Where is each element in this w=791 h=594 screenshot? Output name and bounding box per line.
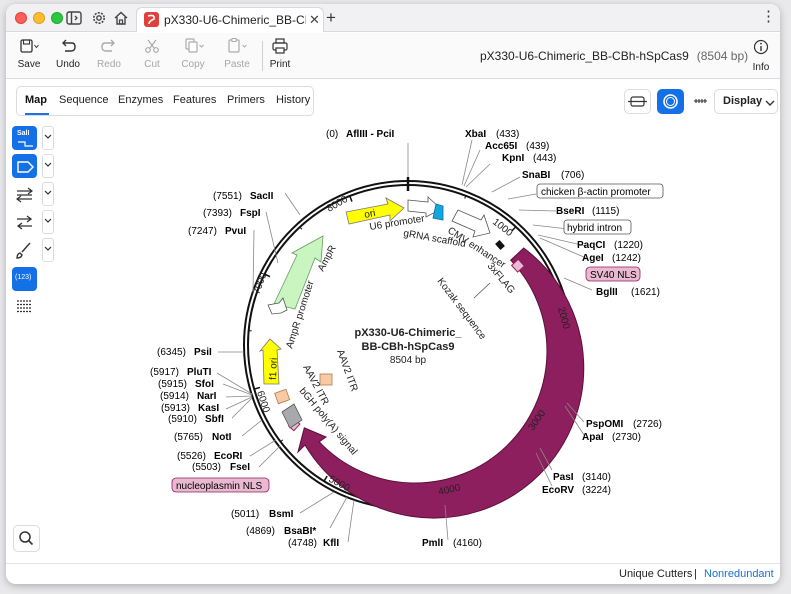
enzyme-name-ecoRI[interactable]: EcoRI: [214, 451, 243, 462]
enzyme-pos-bglII: (1621): [631, 287, 660, 298]
enzyme-name-aflIII[interactable]: AflIII - PciI: [346, 129, 395, 140]
enzyme-name-kflI[interactable]: KflI: [323, 538, 339, 549]
flag-feature[interactable]: [495, 240, 505, 250]
tick-label-7000: 7000: [251, 271, 269, 296]
enzyme-name-acc65I[interactable]: Acc65I: [485, 141, 517, 152]
enzyme-pos-notI: (5765): [174, 432, 203, 443]
enzyme-name-bseRI[interactable]: BseRI: [556, 206, 585, 217]
hybrid-intron-label: hybrid intron: [567, 223, 622, 234]
footer-separator: |: [694, 568, 697, 580]
enzyme-pos-pasI: (3140): [582, 472, 611, 483]
unique-cutters-label[interactable]: Unique Cutters: [619, 568, 692, 580]
enzyme-pos-bseRI: (1115): [592, 206, 619, 217]
enzyme-pos-xbaI: (433): [496, 129, 519, 140]
enzyme-pos-aflIII: (0): [326, 129, 338, 140]
position-tick: [253, 386, 261, 390]
enzyme-name-pluTI[interactable]: PluTI: [187, 367, 212, 378]
enzyme-name-ecoRV[interactable]: EcoRV: [542, 485, 574, 496]
enzyme-pos-psiI: (6345): [157, 347, 186, 358]
enzyme-pos-acc65I: (439): [526, 141, 549, 152]
enzyme-pos-sfoI: (5915): [158, 379, 187, 390]
f1-ori-label: f1 ori: [268, 357, 280, 380]
enzyme-name-fspI[interactable]: FspI: [240, 208, 261, 219]
enzyme-name-bsaBI[interactable]: BsaBI*: [284, 526, 316, 537]
enzyme-pos-narI: (5914): [160, 391, 189, 402]
app-window: pX330-U6-Chimeric_BB-CBh-hSpCas9 ✕ + ⋮ S…: [6, 4, 780, 584]
enzyme-pos-pmlI: (4160): [453, 538, 482, 549]
kozak-leader-line: [473, 282, 491, 299]
enzyme-pos-ecoRI: (5526): [177, 451, 206, 462]
map-center-bp: 8504 bp: [390, 355, 427, 366]
position-tick: [323, 475, 328, 482]
enzyme-name-kpnI[interactable]: KpnI: [502, 153, 524, 164]
enzyme-name-pspOMI[interactable]: PspOMI: [586, 419, 623, 430]
enzyme-name-notI[interactable]: NotI: [212, 432, 232, 443]
chicken-actin-label: chicken β-actin promoter: [541, 187, 651, 198]
enzyme-name-snaBI[interactable]: SnaBI: [522, 170, 551, 181]
enzyme-name-paqCI[interactable]: PaqCI: [577, 240, 606, 251]
enzyme-pos-ageI: (1242): [612, 253, 641, 264]
enzyme-pos-sbfI: (5910): [168, 414, 197, 425]
enzyme-pos-kflI: (4748): [288, 538, 317, 549]
enzyme-name-xbaI[interactable]: XbaI: [465, 129, 486, 140]
enzyme-pos-snaBI: (706): [561, 170, 584, 181]
enzyme-name-pmlI[interactable]: PmlI: [422, 538, 443, 549]
enzyme-name-sacII[interactable]: SacII: [250, 191, 274, 202]
enzyme-pos-pvuI: (7247): [188, 226, 217, 237]
enzyme-name-pasI[interactable]: PasI: [553, 472, 574, 483]
enzyme-name-bglII[interactable]: BglII: [596, 287, 618, 298]
enzyme-pos-pspOMI: (2726): [633, 419, 662, 430]
enzyme-name-psiI[interactable]: PsiI: [194, 347, 212, 358]
map-center-title-1: pX330-U6-Chimeric_: [355, 327, 463, 339]
plasmid-map: Cas9 ori U6 promoter gRNA scaffold CMV e…: [150, 129, 664, 549]
enzyme-pos-apaI: (2730): [612, 432, 641, 443]
map-center-title-2: BB-CBh-hSpCas9: [362, 341, 455, 353]
tick-label-1000: 1000: [490, 217, 515, 240]
enzyme-name-bsmI[interactable]: BsmI: [269, 509, 294, 520]
enzyme-name-pvuI[interactable]: PvuI: [225, 226, 246, 237]
status-footer: Unique Cutters | Nonredundant: [6, 563, 780, 584]
enzyme-name-sbfI[interactable]: SbfI: [205, 414, 224, 425]
enzyme-name-ageI[interactable]: AgeI: [582, 253, 604, 264]
enzyme-pos-bsaBI: (4869): [246, 526, 275, 537]
nucleoplasmin-nls-label: nucleoplasmin NLS: [176, 481, 262, 492]
enzyme-pos-kasI: (5913): [161, 403, 190, 414]
enzyme-pos-ecoRV: (3224): [582, 485, 611, 496]
aav2-itr-2-feature[interactable]: [274, 388, 291, 405]
enzyme-pos-paqCI: (1220): [614, 240, 643, 251]
enzyme-pos-pluTI: (5917): [150, 367, 179, 378]
enzyme-name-narI[interactable]: NarI: [197, 391, 217, 402]
enzyme-pos-fseI: (5503): [192, 462, 221, 473]
enzyme-name-kasI[interactable]: KasI: [198, 403, 219, 414]
enzyme-pos-sacII: (7551): [213, 191, 242, 202]
enzyme-pos-kpnI: (443): [533, 153, 556, 164]
enzyme-pos-fspI: (7393): [203, 208, 232, 219]
sv40-nls-label: SV40 NLS: [590, 270, 637, 281]
enzyme-name-sfoI[interactable]: SfoI: [195, 379, 214, 390]
enzyme-pos-bsmI: (5011): [231, 509, 259, 520]
enzyme-name-apaI[interactable]: ApaI: [582, 432, 604, 443]
position-tick: [349, 195, 353, 202]
enzyme-name-fseI[interactable]: FseI: [230, 462, 250, 473]
nonredundant-link[interactable]: Nonredundant: [704, 568, 774, 580]
aav2-itr-1-label: AAV2 ITR: [334, 348, 359, 393]
ori-label: ori: [363, 208, 376, 221]
